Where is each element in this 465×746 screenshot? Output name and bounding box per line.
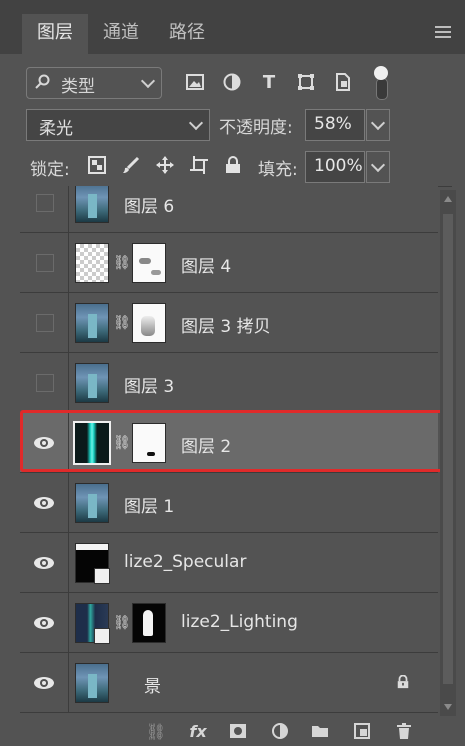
layer-thumbnail (75, 363, 109, 403)
shape-filter-icon[interactable] (294, 70, 318, 94)
layer-row[interactable]: lize2_Specular (20, 533, 438, 593)
chevron-down-icon (370, 115, 386, 131)
visibility-toggle[interactable] (20, 186, 69, 232)
opacity-label: 不透明度: (219, 118, 293, 138)
type-filter-icon[interactable]: T (257, 70, 281, 94)
link-layers-icon[interactable]: ⛓ (144, 720, 168, 742)
image-filter-icon[interactable] (183, 70, 207, 94)
filter-toggle[interactable] (372, 66, 390, 100)
layer-row[interactable]: 图层 6 (20, 186, 438, 233)
layer-name[interactable]: 图层 3 (124, 372, 174, 397)
adjustment-filter-icon[interactable] (220, 70, 244, 94)
layer-row[interactable]: ⛓ 图层 3 拷贝 (20, 293, 438, 353)
visibility-toggle[interactable] (20, 293, 69, 352)
layer-name[interactable]: 图层 3 拷贝 (181, 312, 271, 337)
filter-kind-select[interactable]: 类型 (26, 67, 162, 99)
tab-channels[interactable]: 通道 (88, 14, 154, 54)
link-chain-icon[interactable]: ⛓ (113, 313, 131, 333)
layer-thumbnail (75, 186, 109, 223)
layer-row[interactable]: ⛓ 图层 4 (20, 233, 438, 293)
layers-scrollbar[interactable] (440, 190, 456, 716)
chevron-down-icon (188, 115, 204, 131)
visibility-off-box (36, 314, 54, 332)
link-chain-icon[interactable]: ⛓ (113, 253, 131, 273)
eye-icon (34, 497, 54, 509)
filter-kind-label: 类型 (61, 77, 95, 97)
fill-dropdown-button[interactable] (366, 151, 390, 183)
lock-transparent-pixels-icon[interactable] (86, 154, 108, 176)
layer-thumbnail (75, 243, 109, 283)
chevron-down-icon (370, 157, 386, 173)
chevron-down-icon (140, 73, 156, 89)
eye-icon (34, 617, 54, 629)
fx-icon[interactable]: fx (186, 720, 210, 742)
selection-highlight (20, 410, 452, 472)
tab-bar: 图层 通道 路径 (0, 0, 465, 54)
panel-menu-icon[interactable] (435, 26, 451, 38)
lock-all-icon[interactable] (222, 154, 244, 176)
eye-icon (34, 557, 54, 569)
layer-name[interactable]: 景 (144, 672, 161, 697)
layer-row[interactable]: ⛓ lize2_Lighting (20, 593, 438, 653)
adjustment-layer-icon[interactable] (268, 720, 292, 742)
layer-row[interactable]: 图层 3 (20, 353, 438, 413)
add-mask-icon[interactable] (226, 720, 250, 742)
fill-input[interactable]: 100% (305, 151, 365, 183)
layer-thumbnail (75, 303, 109, 343)
visibility-off-box (36, 374, 54, 392)
layer-thumbnail (75, 663, 109, 703)
layer-mask-thumbnail[interactable] (132, 303, 166, 343)
lock-icon[interactable] (396, 675, 410, 689)
blend-mode-select[interactable]: 柔光 (26, 109, 210, 141)
scrollbar-thumb[interactable] (443, 214, 453, 684)
visibility-off-box (36, 194, 54, 212)
layer-name[interactable]: 图层 4 (181, 252, 231, 277)
visibility-off-box (36, 254, 54, 272)
smart-object-badge-icon (94, 568, 110, 584)
layer-mask-thumbnail[interactable] (132, 603, 166, 643)
layer-row[interactable]: 图层 1 (20, 473, 438, 533)
scroll-down-icon[interactable] (444, 704, 452, 710)
layer-row[interactable]: 景 (20, 653, 438, 713)
layer-name[interactable]: 图层 6 (124, 192, 174, 217)
new-layer-icon[interactable] (350, 720, 374, 742)
fill-label: 填充: (258, 160, 298, 180)
layer-name[interactable]: lize2_Lighting (181, 612, 298, 632)
tab-paths[interactable]: 路径 (154, 14, 220, 54)
layers-panel: 图层 通道 路径 类型 T 柔光 不透明度: 58% 锁定: 填充: 100% … (0, 0, 465, 746)
visibility-toggle[interactable] (20, 653, 69, 712)
opacity-value: 58% (314, 114, 352, 134)
smart-object-badge-icon (94, 628, 110, 644)
lock-label: 锁定: (30, 160, 70, 180)
link-chain-icon[interactable]: ⛓ (113, 613, 131, 633)
lock-artboard-icon[interactable] (188, 154, 210, 176)
new-group-icon[interactable] (308, 720, 332, 742)
layer-name[interactable]: lize2_Specular (124, 552, 246, 572)
opacity-input[interactable]: 58% (305, 109, 365, 141)
blend-mode-value: 柔光 (39, 119, 73, 139)
tab-layers[interactable]: 图层 (22, 14, 88, 54)
visibility-toggle[interactable] (20, 353, 69, 412)
scroll-up-icon[interactable] (444, 196, 452, 202)
layer-thumbnail (75, 483, 109, 523)
layer-mask-thumbnail[interactable] (132, 243, 166, 283)
eye-icon (34, 677, 54, 689)
layer-name[interactable]: 图层 1 (124, 492, 174, 517)
delete-icon[interactable] (392, 720, 416, 742)
toggle-knob (374, 66, 388, 80)
lock-image-pixels-icon[interactable] (120, 154, 142, 176)
visibility-toggle[interactable] (20, 233, 69, 292)
lock-position-icon[interactable] (154, 154, 176, 176)
smart-object-filter-icon[interactable] (331, 70, 355, 94)
opacity-dropdown-button[interactable] (366, 109, 390, 141)
bottom-toolbar: ⛓ fx (0, 716, 465, 746)
visibility-toggle[interactable] (20, 473, 69, 532)
fill-value: 100% (314, 156, 363, 176)
visibility-toggle[interactable] (20, 533, 69, 592)
search-icon (35, 74, 50, 89)
toggle-track (376, 78, 388, 100)
visibility-toggle[interactable] (20, 593, 69, 652)
